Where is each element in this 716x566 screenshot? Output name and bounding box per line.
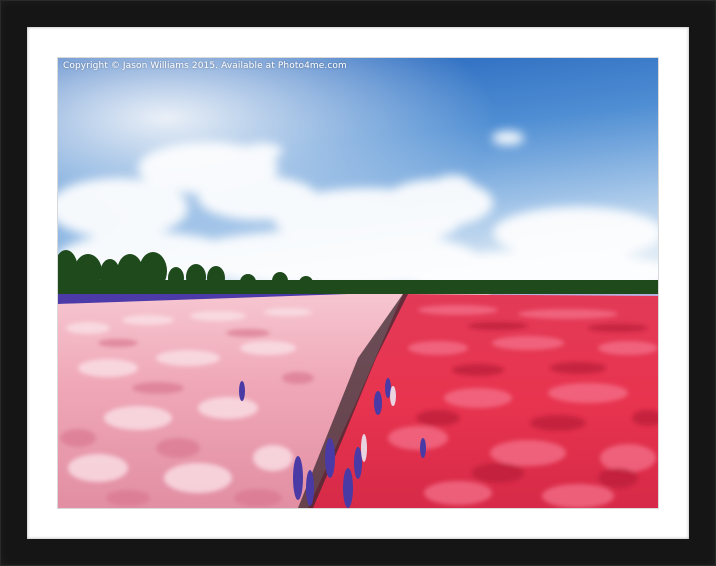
landscape-image — [58, 58, 658, 508]
framed-photo — [58, 58, 658, 508]
copyright-watermark: Copyright © Jason Williams 2015. Availab… — [63, 61, 347, 71]
picture-frame: Copyright © Jason Williams 2015. Availab… — [0, 0, 716, 566]
